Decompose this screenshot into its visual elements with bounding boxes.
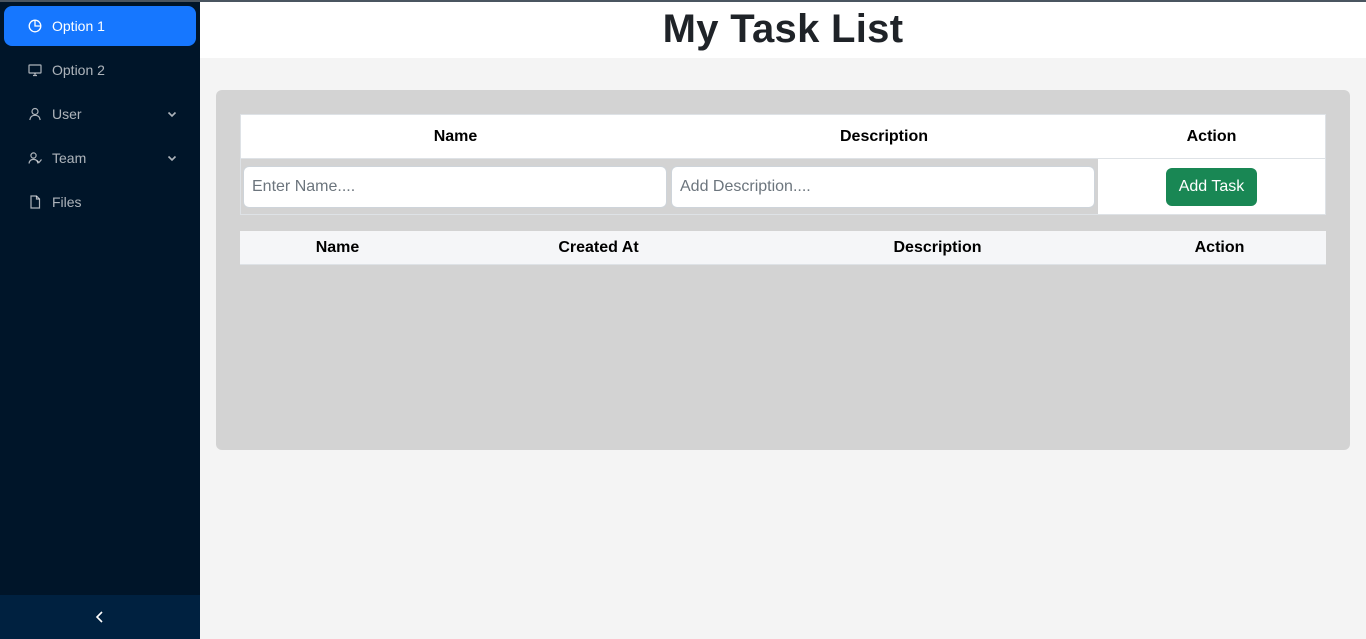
column-header-action: Action bbox=[1194, 239, 1245, 256]
desktop-icon bbox=[28, 63, 42, 77]
task-panel: Name Description Action Add Task Name Cr… bbox=[216, 90, 1350, 450]
user-icon bbox=[28, 107, 42, 121]
chevron-left-icon bbox=[95, 611, 103, 623]
action-cell: Add Task bbox=[1098, 159, 1325, 214]
task-description-input[interactable] bbox=[671, 166, 1095, 208]
sidebar-item-team[interactable]: Team bbox=[4, 138, 196, 178]
column-header-description: Description bbox=[839, 127, 928, 145]
task-name-input[interactable] bbox=[243, 166, 667, 208]
page-title: My Task List bbox=[662, 6, 904, 51]
column-header-created-at: Created At bbox=[558, 239, 639, 256]
sidebar: Option 1 Option 2 User Team Files bbox=[0, 0, 200, 639]
column-header-action: Action bbox=[1186, 127, 1237, 145]
sidebar-item-files[interactable]: Files bbox=[4, 182, 196, 222]
window-top-border bbox=[0, 0, 1366, 2]
sidebar-item-user[interactable]: User bbox=[4, 94, 196, 134]
sidebar-item-label: Option 2 bbox=[52, 62, 105, 78]
add-task-table: Name Description Action Add Task bbox=[240, 114, 1326, 215]
column-header-description: Description bbox=[893, 239, 982, 256]
sidebar-collapse-button[interactable] bbox=[0, 595, 200, 639]
chevron-down-icon bbox=[167, 155, 177, 162]
team-icon bbox=[28, 151, 42, 165]
sidebar-item-label: User bbox=[52, 106, 82, 122]
sidebar-item-option-2[interactable]: Option 2 bbox=[4, 50, 196, 90]
sidebar-item-label: Option 1 bbox=[52, 18, 105, 34]
sidebar-menu: Option 1 Option 2 User Team Files bbox=[0, 0, 200, 222]
page-header: My Task List bbox=[200, 0, 1366, 58]
column-header-name: Name bbox=[433, 127, 478, 145]
sidebar-item-label: Files bbox=[52, 194, 82, 210]
file-icon bbox=[28, 195, 42, 209]
sidebar-item-option-1[interactable]: Option 1 bbox=[4, 6, 196, 46]
pie-chart-icon bbox=[28, 19, 42, 33]
add-task-button[interactable]: Add Task bbox=[1165, 167, 1258, 206]
column-header-name: Name bbox=[315, 239, 360, 256]
sidebar-item-label: Team bbox=[52, 150, 87, 166]
add-task-row: Add Task bbox=[241, 158, 1325, 214]
chevron-down-icon bbox=[167, 111, 177, 118]
task-list-table: Name Created At Description Action bbox=[240, 231, 1326, 265]
